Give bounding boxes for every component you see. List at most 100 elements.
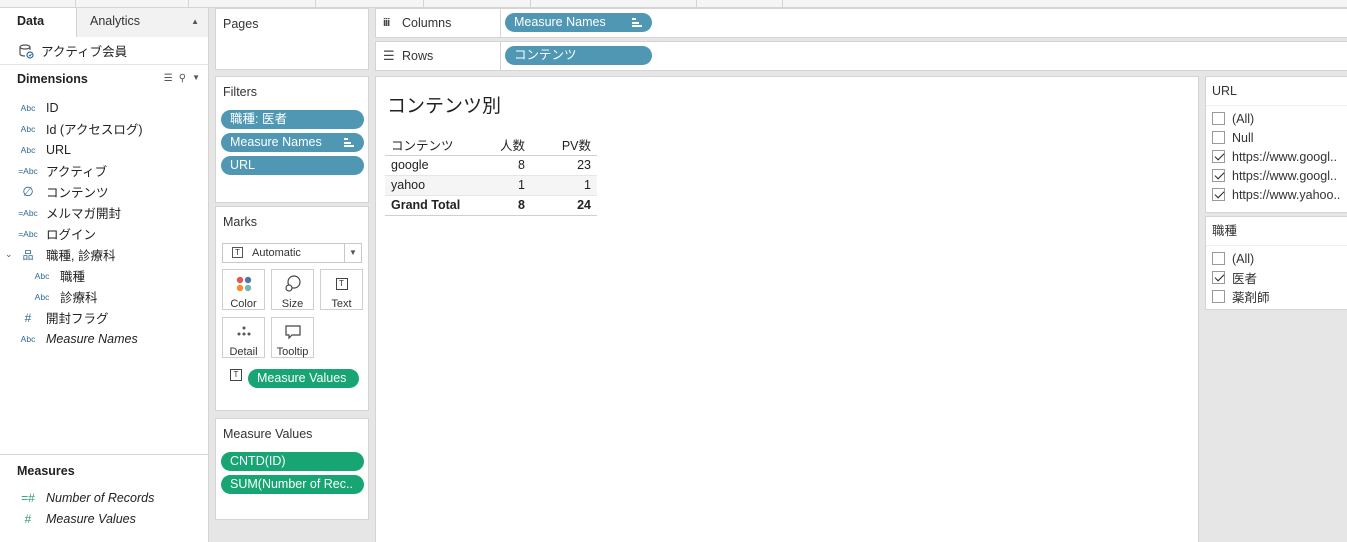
measure-field-label: Number of Records <box>46 490 155 505</box>
filter-option[interactable]: 薬剤師 <box>1206 287 1347 306</box>
detail-button[interactable]: Detail <box>222 317 265 358</box>
tab-analytics[interactable]: Analytics ▲ <box>77 8 208 37</box>
dimension-field[interactable]: =Abc アクティブ <box>0 160 208 181</box>
checkbox[interactable] <box>1212 290 1225 303</box>
dimension-field[interactable]: Abc Id (アクセスログ) <box>0 118 208 139</box>
text-button[interactable]: T Text <box>320 269 363 310</box>
checkbox[interactable] <box>1212 188 1225 201</box>
dimensions-list: Abc ID Abc Id (アクセスログ) Abc URL =Abc アクティブ ∅ コンテンツ… <box>0 97 208 349</box>
dimension-field-label: URL <box>46 142 72 157</box>
columns-shelf[interactable]: iii Columns Measure Names <box>375 8 1347 38</box>
text-mark-icon: T <box>232 247 243 258</box>
filter-option[interactable]: (All) <box>1206 249 1347 268</box>
rows-label-text: Rows <box>402 49 434 63</box>
cell-label: google <box>385 155 489 176</box>
dimension-field[interactable]: Abc URL <box>0 139 208 160</box>
tab-data[interactable]: Data <box>0 8 77 37</box>
measure-pill-cntd-id[interactable]: CNTD(ID) <box>221 452 364 471</box>
dimension-field-label: アクティブ <box>46 165 108 179</box>
pages-title: Pages <box>223 17 259 31</box>
filter-option[interactable]: (All) <box>1206 109 1347 128</box>
measure-field[interactable]: # Measure Values <box>0 508 208 529</box>
filter-option[interactable]: Null <box>1206 128 1347 147</box>
header-people[interactable]: 人数 <box>489 135 531 156</box>
columns-label-text: Columns <box>402 16 452 30</box>
datasource-item[interactable]: アクティブ会員 <box>0 37 208 65</box>
dimension-field[interactable]: Abc ID <box>0 97 208 118</box>
worksheet-view: コンテンツ別 コンテンツ 人数 PV数 google 8 23 yahoo 1 … <box>375 76 1199 542</box>
measures-title: Measures <box>17 464 75 478</box>
pages-card[interactable]: Pages <box>215 8 369 70</box>
filter-option[interactable]: https://www.yahoo.. <box>1206 185 1347 204</box>
checkbox[interactable] <box>1212 252 1225 265</box>
filter-pill-url[interactable]: URL <box>221 156 364 175</box>
checkbox[interactable] <box>1212 112 1225 125</box>
filter-option[interactable]: 医者 <box>1206 268 1347 287</box>
measures-header: Measures <box>0 455 208 487</box>
filter-option-label: https://www.googl.. <box>1232 149 1337 164</box>
filter-pill-measure-names[interactable]: Measure Names <box>221 133 364 152</box>
dimension-field[interactable]: ∅ コンテンツ <box>0 181 208 202</box>
filters-card[interactable]: Filters 職種: 医者 Measure Names URL <box>215 76 369 203</box>
filter-option[interactable]: https://www.googl.. <box>1206 166 1347 185</box>
columns-pill-measure-names[interactable]: Measure Names <box>505 13 652 32</box>
measure-values-card[interactable]: Measure Values CNTD(ID) SUM(Number of Re… <box>215 418 369 520</box>
mark-type-dropdown[interactable]: T Automatic ▼ <box>222 243 362 263</box>
tooltip-button[interactable]: Tooltip <box>271 317 314 358</box>
checkbox[interactable] <box>1212 271 1225 284</box>
list-view-icon[interactable]: ☰ <box>164 73 173 84</box>
dimension-field[interactable]: ⌄ 品職種, 診療科 <box>0 244 208 265</box>
url-filter-card: URL (All) Null https://www.googl.. https://… <box>1205 76 1347 213</box>
rows-icon: ☰ <box>383 48 395 63</box>
dimension-field-label: 開封フラグ <box>46 312 109 326</box>
grand-total-row[interactable]: Grand Total 8 24 <box>385 195 597 216</box>
dimensions-title: Dimensions <box>17 72 88 86</box>
dimension-field-label: コンテンツ <box>46 186 109 200</box>
measure-values-title: Measure Values <box>223 427 313 441</box>
dimension-field[interactable]: # 開封フラグ <box>0 307 208 328</box>
detail-label: Detail <box>229 346 258 358</box>
detail-icon <box>223 322 264 344</box>
columns-shelf-label: iii Columns <box>376 9 501 37</box>
dimension-field[interactable]: =Abc メルマガ開封 <box>0 202 208 223</box>
job-filter-card: 職種 (All) 医者 薬剤師 <box>1205 216 1347 310</box>
sort-icon <box>344 138 354 147</box>
rows-shelf[interactable]: ☰ Rows コンテンツ <box>375 41 1347 71</box>
measure-pill-sum-records[interactable]: SUM(Number of Rec.. <box>221 475 364 494</box>
filter-pill-job[interactable]: 職種: 医者 <box>221 110 364 129</box>
filter-option-label: (All) <box>1232 251 1255 266</box>
filter-option-label: 薬剤師 <box>1232 291 1270 305</box>
table-row[interactable]: yahoo 1 1 <box>385 175 597 196</box>
table-row[interactable]: google 8 23 <box>385 155 597 176</box>
checkbox[interactable] <box>1212 131 1225 144</box>
color-button[interactable]: Color <box>222 269 265 310</box>
cell-total-label: Grand Total <box>385 195 489 216</box>
filter-option[interactable]: https://www.googl.. <box>1206 147 1347 166</box>
dimension-field[interactable]: Abc Measure Names <box>0 328 208 349</box>
color-label: Color <box>230 298 257 310</box>
data-pane: Data Analytics ▲ アクティブ会員 Dimensions ☰ ⚲ … <box>0 8 209 542</box>
checkbox[interactable] <box>1212 150 1225 163</box>
dropdown-icon[interactable]: ▼ <box>192 73 200 84</box>
checkbox[interactable] <box>1212 169 1225 182</box>
dimension-field[interactable]: =Abc ログイン <box>0 223 208 244</box>
string-icon: Abc <box>20 123 36 134</box>
marks-card: Marks T Automatic ▼ Color Size T Text De… <box>215 206 369 411</box>
dimension-field-label: 職種, 診療科 <box>46 249 116 263</box>
size-button[interactable]: Size <box>271 269 314 310</box>
size-icon <box>272 274 313 296</box>
cell-label: yahoo <box>385 175 489 196</box>
marks-title: Marks <box>223 215 258 229</box>
rows-pill-content[interactable]: コンテンツ <box>505 46 652 65</box>
dimension-field[interactable]: Abc 職種 <box>0 265 208 286</box>
filter-option-label: https://www.googl.. <box>1232 168 1337 183</box>
expand-caret-icon[interactable]: ⌄ <box>5 249 13 260</box>
search-icon[interactable]: ⚲ <box>179 73 186 84</box>
header-content[interactable]: コンテンツ <box>385 135 489 156</box>
marks-pill-measure-values[interactable]: Measure Values <box>248 369 359 388</box>
header-pv[interactable]: PV数 <box>531 135 597 156</box>
measure-field[interactable]: =# Number of Records <box>0 487 208 508</box>
columns-pill-label: Measure Names <box>514 15 606 29</box>
measure-field-label: Measure Values <box>46 511 136 526</box>
dimension-field[interactable]: Abc 診療科 <box>0 286 208 307</box>
